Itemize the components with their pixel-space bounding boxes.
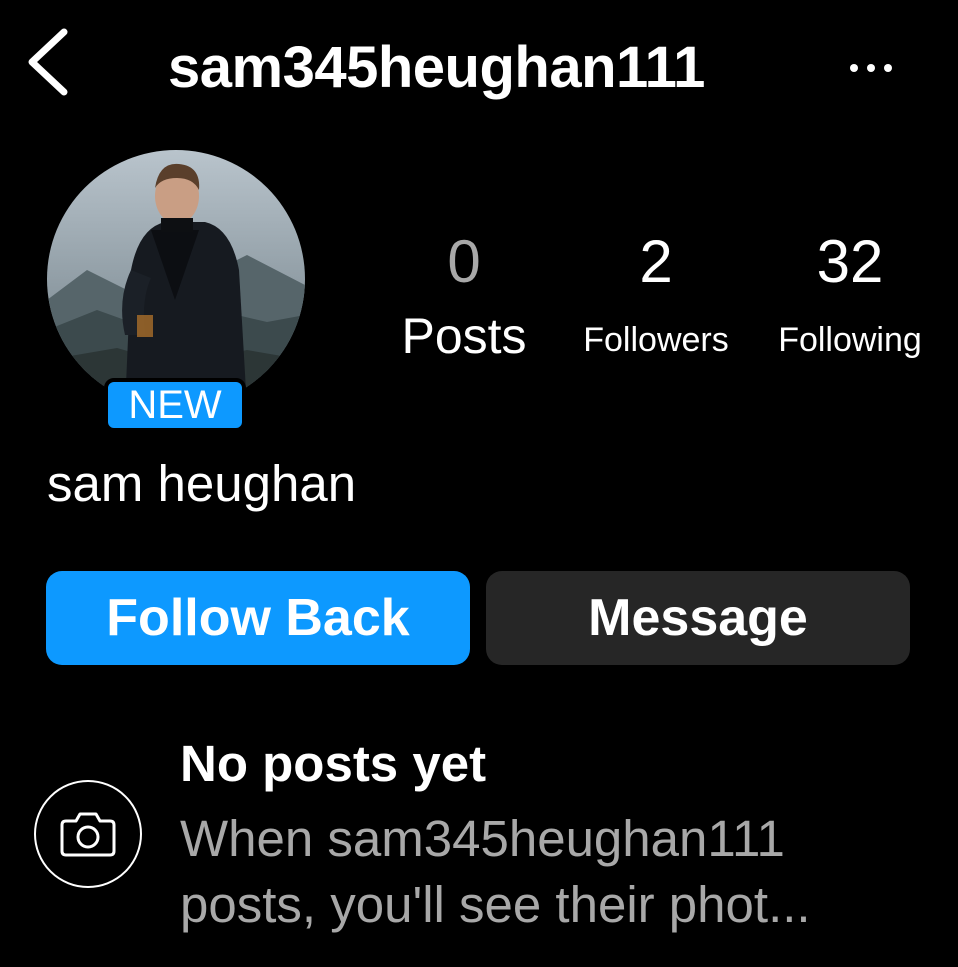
chevron-left-icon (28, 28, 68, 96)
new-badge: NEW (104, 378, 246, 432)
profile-full-name: sam heughan (47, 455, 357, 512)
empty-state-title: No posts yet (180, 735, 487, 792)
empty-state-description-line: When sam345heughan111 (180, 810, 785, 867)
ellipsis-icon (850, 64, 892, 72)
followers-count-label: Followers (583, 321, 729, 359)
camera-icon (60, 812, 116, 857)
following-count-label: Following (778, 321, 922, 359)
followers-count[interactable]: 2 Followers (566, 230, 746, 362)
posts-count-label: Posts (401, 308, 527, 364)
page-title: sam345heughan111 (168, 35, 705, 100)
empty-state-description: When sam345heughan111 posts, you'll see … (180, 806, 950, 938)
empty-state-description-line: posts, you'll see their phot... (180, 876, 811, 933)
avatar[interactable] (47, 150, 305, 408)
message-button[interactable]: Message (486, 571, 910, 665)
back-button[interactable] (20, 22, 80, 102)
profile-photo (47, 150, 305, 408)
follow-back-button[interactable]: Follow Back (46, 571, 470, 665)
camera-icon-circle (34, 780, 142, 888)
following-count-value: 32 (816, 228, 884, 295)
more-options-button[interactable] (840, 48, 910, 88)
posts-count[interactable]: 0 Posts (382, 230, 546, 366)
following-count[interactable]: 32 Following (758, 230, 942, 362)
posts-count-value: 0 (447, 228, 481, 295)
followers-count-value: 2 (639, 228, 673, 295)
